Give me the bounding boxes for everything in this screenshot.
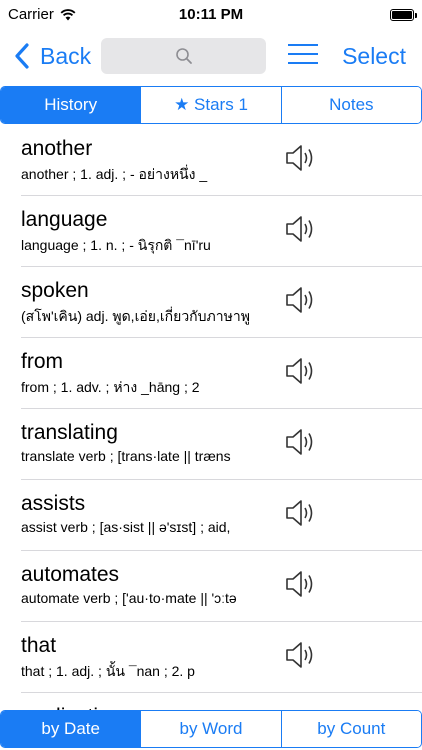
entry-word: spoken xyxy=(21,279,89,302)
select-button[interactable]: Select xyxy=(342,43,406,70)
list-item[interactable]: that that ; 1. adj. ; นั้น ¯nan ; 2. p xyxy=(21,622,422,693)
entry-definition: translate verb ; [trans·late || træns xyxy=(21,448,231,464)
entry-definition: automate verb ; ['au·to·mate || 'ɔːtə xyxy=(21,590,237,606)
speaker-icon[interactable] xyxy=(284,356,318,386)
search-icon xyxy=(175,48,192,64)
chevron-left-icon xyxy=(15,43,29,69)
back-button[interactable]: Back xyxy=(14,38,91,74)
entry-word: from xyxy=(21,350,63,373)
menu-icon-bar xyxy=(288,62,318,64)
status-time: 10:11 PM xyxy=(178,6,244,23)
menu-icon-bar xyxy=(288,44,318,46)
speaker-icon[interactable] xyxy=(284,569,318,599)
entry-definition: from ; 1. adv. ; ห่าง _hāng ; 2 xyxy=(21,379,200,395)
list-item[interactable]: translating translate verb ; [trans·late… xyxy=(21,409,422,480)
speaker-icon[interactable] xyxy=(284,427,318,457)
list-item[interactable]: assists assist verb ; [as·sist || ə'sɪst… xyxy=(21,480,422,551)
speaker-icon[interactable] xyxy=(284,285,318,315)
speaker-icon[interactable] xyxy=(284,214,318,244)
entry-word: another xyxy=(21,137,93,160)
battery-icon xyxy=(390,9,417,21)
entry-definition: (สโพ'เคิน) adj. พูด,เอ่ย,เกี่ยวกับภาษาพู xyxy=(21,308,250,324)
speaker-icon[interactable] xyxy=(284,640,318,670)
speaker-icon[interactable] xyxy=(284,143,318,173)
top-segmented-control: History ★ Stars 1 Notes xyxy=(0,86,422,124)
status-bar: Carrier 10:11 PM xyxy=(0,0,422,30)
search-field[interactable] xyxy=(101,38,266,74)
list-item[interactable]: spoken (สโพ'เคิน) adj. พูด,เอ่ย,เกี่ยวกั… xyxy=(21,267,422,338)
bottom-segmented-control: by Date by Word by Count xyxy=(0,710,422,748)
entry-word: automates xyxy=(21,563,120,586)
list-item[interactable]: another another ; 1. adj. ; - อย่างหนึ่ง… xyxy=(21,125,422,196)
entry-word: that xyxy=(21,634,57,657)
list-item[interactable]: language language ; 1. n. ; - นิรุกติ ¯n… xyxy=(21,196,422,267)
sort-by-word[interactable]: by Word xyxy=(141,711,282,747)
navigation-bar: Back Select xyxy=(0,30,422,82)
history-list: another another ; 1. adj. ; - อย่างหนึ่ง… xyxy=(0,125,422,710)
speaker-icon[interactable] xyxy=(284,498,318,528)
entry-definition: that ; 1. adj. ; นั้น ¯nan ; 2. p xyxy=(21,663,195,679)
entry-definition: assist verb ; [as·sist || ə'sɪst] ; aid, xyxy=(21,519,231,535)
tab-history[interactable]: History xyxy=(1,87,142,123)
entry-definition: another ; 1. adj. ; - อย่างหนึ่ง _ xyxy=(21,166,208,182)
list-item[interactable]: applications xyxy=(21,693,422,710)
menu-icon-bar xyxy=(288,53,318,55)
entry-word: assists xyxy=(21,492,86,515)
tab-stars[interactable]: ★ Stars 1 xyxy=(141,87,282,123)
entry-word: translating xyxy=(21,421,118,444)
menu-button[interactable] xyxy=(288,44,318,68)
entry-word: language xyxy=(21,208,108,231)
sort-by-date[interactable]: by Date xyxy=(1,711,142,747)
list-item[interactable]: automates automate verb ; ['au·to·mate |… xyxy=(21,551,422,622)
back-label: Back xyxy=(40,42,92,69)
sort-by-count[interactable]: by Count xyxy=(281,711,421,747)
tab-notes[interactable]: Notes xyxy=(281,87,421,123)
entry-definition: language ; 1. n. ; - นิรุกติ ¯nī'ru xyxy=(21,237,211,253)
battery-level xyxy=(392,11,412,19)
list-item[interactable]: from from ; 1. adv. ; ห่าง _hāng ; 2 xyxy=(21,338,422,409)
